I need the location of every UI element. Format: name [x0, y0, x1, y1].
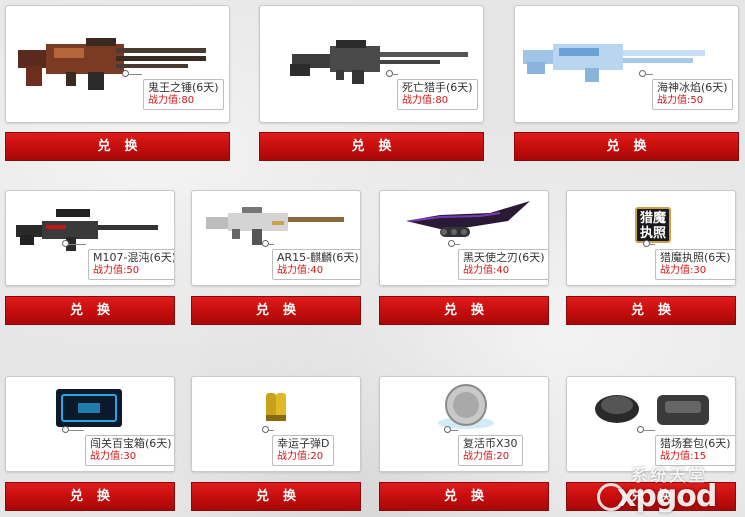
item-card: 幸运子弹D 战力值:20	[191, 376, 361, 472]
power-label: 战力值:	[277, 265, 311, 276]
exchange-button[interactable]: 兑换	[379, 296, 549, 325]
item-tag: 死亡猎手(6天) 战力值:80	[397, 79, 478, 110]
item-card: 死亡猎手(6天) 战力值:80	[259, 5, 484, 123]
item-tag: M107-混沌(6天) 战力值:50	[88, 249, 175, 280]
item-tag: 闯关百宝箱(6天) 战力值:30	[85, 435, 174, 466]
power-value: 40	[310, 265, 324, 276]
exchange-button[interactable]: 兑换	[259, 132, 484, 161]
power-label: 战力值:	[463, 451, 497, 462]
item-name: 死亡猎手(6天)	[402, 81, 473, 94]
power-value: 30	[693, 265, 707, 276]
exchange-button[interactable]: 兑换	[5, 482, 175, 511]
item-name: 海神冰焰(6天)	[657, 81, 728, 94]
power-label: 战力值:	[277, 451, 311, 462]
item-tag: 复活币X30 战力值:20	[458, 435, 523, 466]
item-name: 猎魔执照(6天)	[660, 251, 731, 264]
item-name: 幸运子弹D	[277, 437, 330, 450]
exchange-button[interactable]: 兑换	[5, 296, 175, 325]
item-tag: 海神冰焰(6天) 战力值:50	[652, 79, 733, 110]
exchange-button[interactable]: 兑换	[5, 132, 230, 161]
power-label: 战力值:	[660, 265, 694, 276]
item-card: AR15-麒麟(6天) 战力值:40	[191, 190, 361, 286]
item-card: 复活币X30 战力值:20	[379, 376, 549, 472]
power-label: 战力值:	[402, 95, 436, 106]
exchange-button[interactable]: 兑换	[566, 296, 736, 325]
power-label: 战力值:	[90, 451, 124, 462]
power-value: 50	[690, 95, 704, 106]
power-label: 战力值:	[93, 265, 127, 276]
item-card: 猎魔执照 猎魔执照(6天) 战力值:30	[566, 190, 736, 286]
item-card: 猎场套包(6天) 战力值:15	[566, 376, 736, 472]
site-watermark: 系统天堂 xpgod	[595, 461, 745, 517]
item-name: AR15-麒麟(6天)	[277, 251, 359, 264]
power-label: 战力值:	[463, 265, 497, 276]
item-card: 闯关百宝箱(6天) 战力值:30	[5, 376, 175, 472]
power-value: 20	[496, 451, 510, 462]
item-name: 猎场套包(6天)	[660, 437, 731, 450]
item-card: M107-混沌(6天) 战力值:50	[5, 190, 175, 286]
watermark-en: xpgod	[617, 479, 717, 514]
item-tag: 黑天使之刃(6天) 战力值:40	[458, 249, 548, 280]
power-value: 30	[123, 451, 137, 462]
power-value: 80	[181, 95, 195, 106]
item-tag: 幸运子弹D 战力值:20	[272, 435, 335, 466]
exchange-button[interactable]: 兑换	[191, 482, 361, 511]
item-name: 复活币X30	[463, 437, 518, 450]
license-badge-text: 猎魔执照	[635, 207, 671, 243]
power-value: 80	[435, 95, 449, 106]
power-value: 20	[310, 451, 324, 462]
power-label: 战力值:	[657, 95, 691, 106]
power-value: 40	[496, 265, 510, 276]
item-card: 黑天使之刃(6天) 战力值:40	[379, 190, 549, 286]
item-tag: AR15-麒麟(6天) 战力值:40	[272, 249, 360, 280]
exchange-button[interactable]: 兑换	[191, 296, 361, 325]
item-tag: 猎魔执照(6天) 战力值:30	[655, 249, 735, 280]
exchange-button[interactable]: 兑换	[379, 482, 549, 511]
item-name: 鬼王之锤(6天)	[148, 81, 219, 94]
item-name: 黑天使之刃(6天)	[463, 251, 545, 264]
item-card: 海神冰焰(6天) 战力值:50	[514, 5, 739, 123]
exchange-button[interactable]: 兑换	[514, 132, 739, 161]
power-label: 战力值:	[148, 95, 182, 106]
item-tag: 鬼王之锤(6天) 战力值:80	[143, 79, 224, 110]
item-name: M107-混沌(6天)	[93, 251, 175, 264]
item-card: 鬼王之锤(6天) 战力值:80	[5, 5, 230, 123]
item-name: 闯关百宝箱(6天)	[90, 437, 172, 450]
power-value: 50	[126, 265, 140, 276]
